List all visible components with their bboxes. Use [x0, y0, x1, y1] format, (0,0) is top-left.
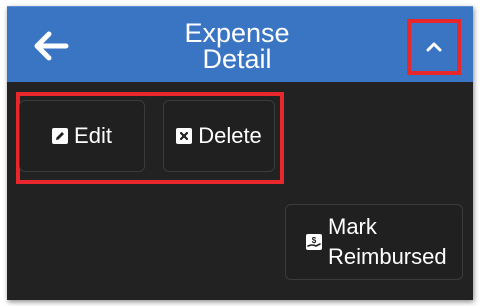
money-hand-icon: $ — [306, 234, 322, 250]
close-icon — [176, 128, 193, 144]
arrow-left-icon — [34, 31, 69, 61]
pencil-icon — [52, 128, 69, 144]
title-line-1: Expense — [184, 18, 290, 48]
delete-button[interactable]: Delete — [163, 100, 275, 172]
chevron-up-icon — [426, 42, 442, 52]
svg-text:$: $ — [312, 236, 317, 245]
expense-detail-panel: Expense Detail Edit Delete $ Mark Reimbu… — [7, 6, 473, 300]
title-line-2: Detail — [202, 44, 272, 74]
header-bar: Expense Detail — [7, 6, 473, 82]
delete-label: Delete — [198, 123, 262, 148]
page-title: Expense Detail — [137, 18, 337, 74]
mark-reimbursed-line-2: Reimbursed — [328, 244, 447, 269]
edit-label: Edit — [74, 123, 112, 148]
back-button[interactable] — [29, 29, 73, 63]
mark-reimbursed-line-1: Mark — [328, 214, 377, 239]
mark-reimbursed-label: Mark Reimbursed — [328, 212, 447, 272]
mark-reimbursed-button[interactable]: $ Mark Reimbursed — [285, 204, 463, 280]
collapse-button[interactable] — [407, 19, 461, 75]
edit-button[interactable]: Edit — [19, 100, 145, 172]
